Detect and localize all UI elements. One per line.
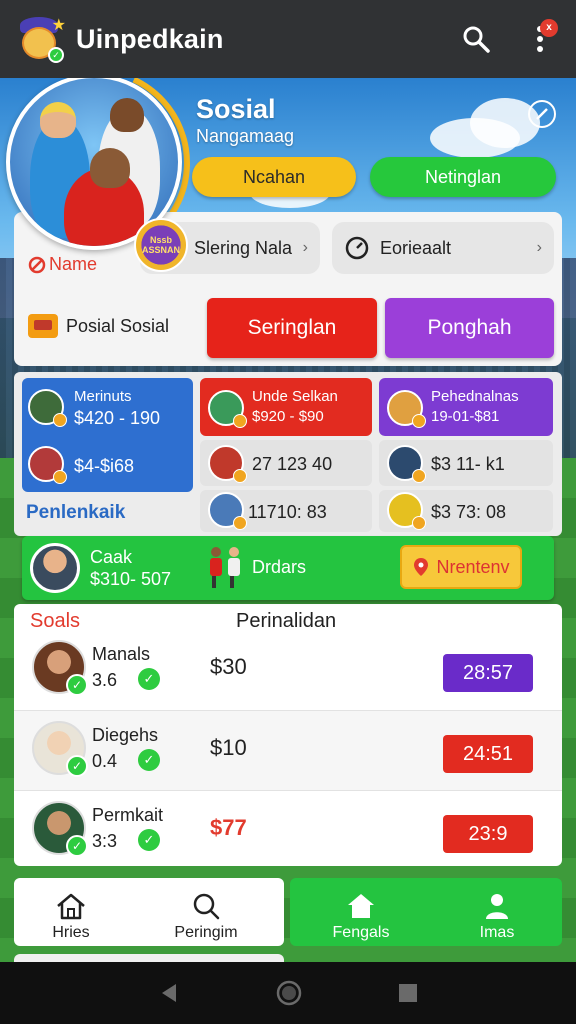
list-item[interactable]: ✓ Manals 3.6 ✓ $30 28:57 xyxy=(14,630,562,710)
app-bar: ★ ✓ Uinpedkain x xyxy=(0,0,576,78)
time-tag[interactable]: 23:9 xyxy=(443,815,533,853)
player-name: Diegehs xyxy=(92,725,159,745)
stat-value: $3 11- k1 xyxy=(431,454,505,474)
system-nav-bar xyxy=(0,962,576,1024)
ponghah-button[interactable]: Ponghah xyxy=(385,298,554,358)
eorieaalt-chip[interactable]: Eorieaalt › xyxy=(332,222,554,274)
time-tag[interactable]: 28:57 xyxy=(443,654,533,692)
chevron-right-icon: › xyxy=(536,239,542,256)
app-title: Uinpedkain xyxy=(76,23,224,54)
players-icon xyxy=(210,547,240,588)
player-name: Manals xyxy=(92,644,151,664)
name-label: Name xyxy=(28,254,97,275)
recents-icon[interactable] xyxy=(398,983,418,1003)
stat-value: $3 73: 08 xyxy=(431,502,507,522)
user-icon xyxy=(486,894,508,919)
banner-name: Caak xyxy=(90,547,133,567)
search-icon xyxy=(193,893,220,920)
stat-title: Merinuts xyxy=(74,388,132,405)
avatar: ✓ xyxy=(32,640,88,696)
seringlan-button[interactable]: Seringlan xyxy=(207,298,377,358)
location-pin-icon xyxy=(414,558,429,576)
timer-icon xyxy=(345,236,369,260)
verified-icon: ✓ xyxy=(66,835,88,857)
check-icon: ✓ xyxy=(138,668,160,690)
avatar xyxy=(30,543,80,593)
avatar xyxy=(208,390,247,428)
netinglan-button[interactable]: Netinglan xyxy=(370,157,556,197)
avatar xyxy=(208,445,247,483)
hero-subtitle: Nangamaag xyxy=(196,126,295,146)
crown-icon xyxy=(28,314,58,338)
chevron-right-icon: › xyxy=(302,239,308,256)
verified-icon: ✓ xyxy=(66,674,88,696)
posial-sosial-label: Posial Sosial xyxy=(28,314,169,338)
medal-icon: Nssb ASSNAN xyxy=(134,218,188,272)
tab-search[interactable]: Peringim xyxy=(148,884,264,942)
chip-label: Eorieaalt xyxy=(380,237,452,258)
block-icon xyxy=(28,256,46,273)
avatar xyxy=(28,446,67,484)
tab-imas[interactable]: Imas xyxy=(442,884,552,942)
stat-value: 27 123 40 xyxy=(252,454,333,474)
stat-value: $420 - 190 xyxy=(74,408,161,428)
edit-button[interactable] xyxy=(528,100,556,128)
banner-value: $310- 507 xyxy=(90,569,172,589)
search-button[interactable] xyxy=(454,17,498,61)
ncahan-button[interactable]: Ncahan xyxy=(192,157,356,197)
avatar xyxy=(387,445,426,483)
list-item[interactable]: ✓ Diegehs 0.4 ✓ $10 24:51 xyxy=(14,710,562,790)
time-tag[interactable]: 24:51 xyxy=(443,735,533,773)
section-label: Penlenkaik xyxy=(26,502,126,523)
more-menu-button[interactable]: x xyxy=(518,17,562,61)
avatar xyxy=(208,492,247,530)
stat-title: Unde Selkan xyxy=(252,388,338,405)
stat-title: Pehednalnas xyxy=(431,388,519,405)
notification-badge: x xyxy=(540,19,558,37)
player-price: $30 xyxy=(210,654,247,679)
tab-fengals[interactable]: Fengals xyxy=(306,884,416,942)
banner-label: Drdars xyxy=(252,557,307,577)
list-item[interactable]: ✓ Permkait 3:3 ✓ $77 23:9 xyxy=(14,790,562,870)
home-circle-icon[interactable] xyxy=(276,980,302,1006)
hero-title: Sosial xyxy=(196,94,276,124)
nrentenv-button[interactable]: Nrentenv xyxy=(400,545,522,589)
home-icon xyxy=(57,893,85,920)
stat-value: 19-01-$81 xyxy=(431,408,500,425)
player-name: Permkait xyxy=(92,805,164,825)
stat-value: $4-$i68 xyxy=(74,456,135,476)
tab-home[interactable]: Hries xyxy=(16,884,126,942)
avatar xyxy=(28,389,67,427)
stat-value: 11710: 83 xyxy=(248,502,327,522)
edit-icon xyxy=(536,108,548,120)
back-icon[interactable] xyxy=(158,982,180,1004)
search-icon xyxy=(463,26,490,53)
app-logo-icon: ★ ✓ xyxy=(14,13,66,65)
player-score: 0.4 xyxy=(92,751,118,771)
player-score: 3:3 xyxy=(92,831,118,851)
avatar: ✓ xyxy=(32,801,88,857)
player-price: $10 xyxy=(210,735,247,760)
avatar xyxy=(387,390,426,428)
check-icon: ✓ xyxy=(138,749,160,771)
home-icon xyxy=(348,894,374,918)
check-icon: ✓ xyxy=(138,829,160,851)
chip-label: Slering Nala xyxy=(194,237,293,258)
stat-value: $920 - $90 xyxy=(252,408,324,425)
player-price: $77 xyxy=(210,815,247,840)
avatar: ✓ xyxy=(32,721,88,777)
avatar xyxy=(387,492,426,530)
player-score: 3.6 xyxy=(92,670,118,690)
verified-icon: ✓ xyxy=(66,755,88,777)
